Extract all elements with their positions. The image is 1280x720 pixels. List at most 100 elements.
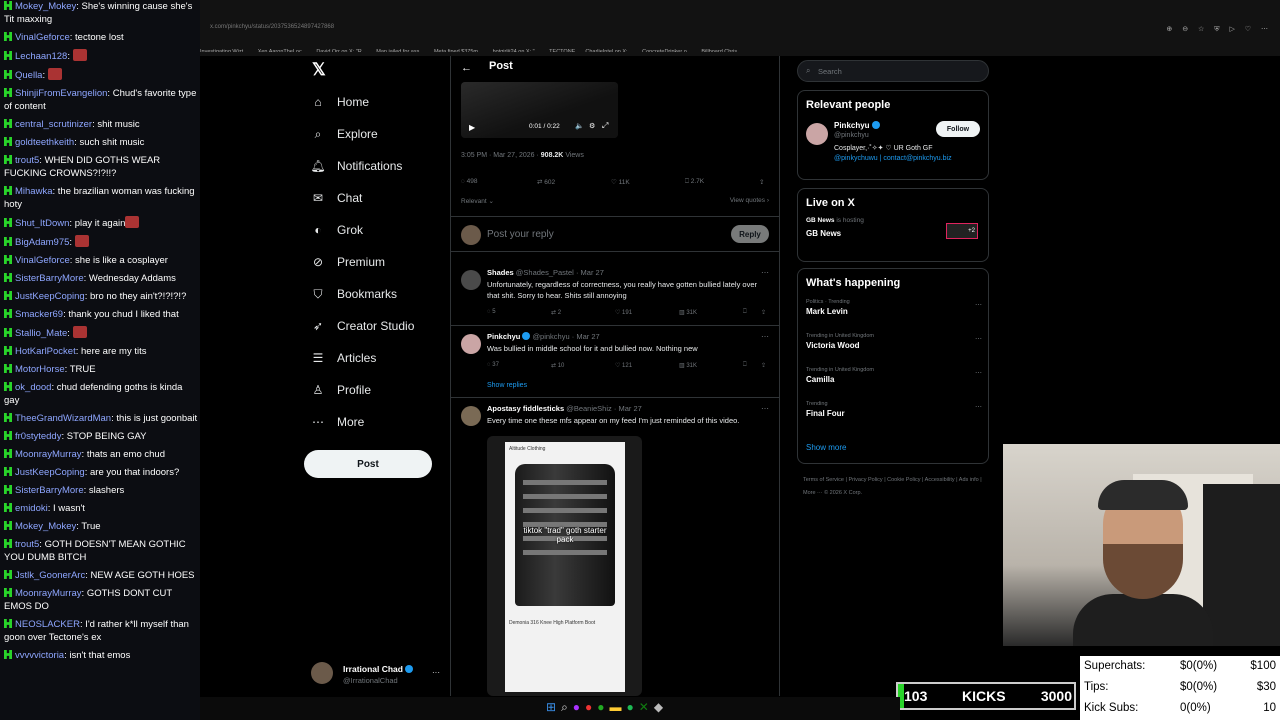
repost-count[interactable]: ⇄ 2 xyxy=(551,309,561,316)
fullscreen-icon[interactable]: ⤢ xyxy=(602,121,608,131)
address-bar[interactable]: x.com/pinkchyu/status/203753652489742786… xyxy=(210,24,334,30)
bookmark-item[interactable]: Xen AaronTheLoc... xyxy=(258,49,307,52)
app-icon[interactable]: ● xyxy=(585,700,597,714)
view-quotes-link[interactable]: View quotes › xyxy=(730,197,769,204)
steam-icon[interactable]: ◆ xyxy=(654,700,668,714)
show-more-link[interactable]: Show more xyxy=(806,443,846,452)
chat-username[interactable]: TheeGrandWizardMan xyxy=(15,413,111,424)
settings-icon[interactable]: ⚙ xyxy=(589,122,595,130)
person-bio-links[interactable]: @pinkychuwu | contact@pinkchyu.biz xyxy=(834,155,952,162)
trend-item[interactable]: Trending Final Four ⋯ xyxy=(806,401,982,418)
chat-username[interactable]: goldteethkeith xyxy=(15,137,74,148)
nav-item-grok[interactable]: ◐ Grok xyxy=(311,220,363,240)
more-icon[interactable]: ⋯ xyxy=(975,335,982,343)
like-count[interactable]: ♡ 121 xyxy=(615,362,632,369)
app-icon[interactable]: ● xyxy=(573,700,585,714)
chat-username[interactable]: Lechaan128 xyxy=(15,51,67,62)
more-icon[interactable]: ⋯ xyxy=(975,403,982,411)
nav-item-chat[interactable]: ✉ Chat xyxy=(311,188,362,208)
chat-username[interactable]: Mokey_Mokey xyxy=(15,521,76,532)
bookmark-item[interactable]: CharlieIntel on X:... xyxy=(585,49,632,52)
browser-icon[interactable]: ● xyxy=(597,700,609,714)
reply-count[interactable]: ◌ 5 xyxy=(487,309,496,315)
more-icon[interactable]: ⋯ xyxy=(975,369,982,377)
spotify-icon[interactable]: ● xyxy=(627,700,639,714)
more-icon[interactable]: ⋯ xyxy=(761,332,769,341)
chat-username[interactable]: HotKarlPocket xyxy=(15,346,76,357)
reply-media-image[interactable]: Altitude Clothing tiktok "trad" goth sta… xyxy=(487,436,642,696)
chat-username[interactable]: ok_dood xyxy=(15,382,51,393)
account-switcher[interactable]: Irrational Chad @IrrationalChad ··· xyxy=(311,662,446,692)
live-avatars[interactable]: +2 xyxy=(946,223,978,239)
bookmark-item[interactable]: Man jailed for ass... xyxy=(376,49,424,52)
reply-tweet[interactable]: Shades @Shades_Pastel · Mar 27 ⋯ Unfortu… xyxy=(451,262,779,326)
trend-item[interactable]: Trending in United Kingdom Victoria Wood ⋯ xyxy=(806,333,982,350)
chat-username[interactable]: fr0styteddy xyxy=(15,431,61,442)
chat-username[interactable]: MotorHorse xyxy=(15,364,65,375)
bookmark-icon[interactable]: ⎕ xyxy=(743,362,747,369)
view-count[interactable]: ▥ 31K xyxy=(679,362,697,369)
chat-username[interactable]: trout5 xyxy=(15,155,39,166)
chat-username[interactable]: Mihawka xyxy=(15,186,53,197)
nav-item-premium[interactable]: ⊘ Premium xyxy=(311,252,385,272)
chat-username[interactable]: Jstlk_GoonerArc xyxy=(15,570,85,581)
nav-item-creator-studio[interactable]: ➶ Creator Studio xyxy=(311,316,414,336)
reply-action[interactable]: ◌ 498 xyxy=(461,178,478,185)
chat-username[interactable]: JustKeepCoping xyxy=(15,291,85,302)
share-icon[interactable]: ⇪ xyxy=(761,362,766,369)
chat-username[interactable]: emidoki xyxy=(15,503,48,514)
post-button[interactable]: Post xyxy=(304,450,432,478)
nav-item-articles[interactable]: ☰ Articles xyxy=(311,348,377,368)
bookmark-item[interactable]: David Orr on X: "R... xyxy=(316,49,366,52)
folder-icon[interactable]: ▬ xyxy=(610,700,627,714)
more-icon[interactable]: ⋯ xyxy=(761,404,769,413)
reply-button[interactable]: Reply xyxy=(731,225,769,243)
nav-item-notifications[interactable]: 🔔︎ Notifications xyxy=(310,156,402,176)
chat-username[interactable]: Smacker69 xyxy=(15,309,63,320)
play-icon[interactable]: ▶ xyxy=(469,123,475,132)
avatar[interactable] xyxy=(806,123,828,145)
chat-username[interactable]: SisterBarryMore xyxy=(15,273,84,284)
bookmark-action[interactable]: ⎕ 2.7K xyxy=(685,178,704,186)
chat-username[interactable]: Shut_ItDown xyxy=(15,218,69,229)
chat-username[interactable]: SisterBarryMore xyxy=(15,485,84,496)
bookmark-item[interactable]: TECTONE xyxy=(549,49,575,52)
share-icon[interactable]: ⇪ xyxy=(761,309,766,316)
show-replies-link[interactable]: Show replies xyxy=(487,382,527,389)
nav-item-more[interactable]: ⋯ More xyxy=(311,412,364,432)
chat-username[interactable]: NEOSLACKER xyxy=(15,619,80,630)
share-icon[interactable]: ⇪ xyxy=(759,178,764,186)
back-arrow-icon[interactable]: ← xyxy=(461,62,472,74)
reply-sort-dropdown[interactable]: Relevant ⌄ xyxy=(461,197,494,205)
follow-button[interactable]: Follow xyxy=(936,121,980,137)
xbox-icon[interactable]: ✕ xyxy=(639,700,654,714)
nav-item-profile[interactable]: ♙ Profile xyxy=(311,380,371,400)
reply-input[interactable]: Post your reply xyxy=(487,229,554,240)
chat-username[interactable]: central_scrutinizer xyxy=(15,119,92,130)
chat-username[interactable]: ShinjiFromEvangelion xyxy=(15,88,107,99)
chat-username[interactable]: BigAdam975 xyxy=(15,237,69,248)
search-input[interactable]: ⌕ Search xyxy=(797,60,989,82)
chat-username[interactable]: Quella xyxy=(15,70,42,81)
trend-item[interactable]: Politics · Trending Mark Levin ⋯ xyxy=(806,299,982,316)
live-space-title[interactable]: GB News xyxy=(806,229,841,238)
more-icon[interactable]: ··· xyxy=(432,668,440,677)
volume-icon[interactable]: 🔈 xyxy=(575,122,584,130)
repost-count[interactable]: ⇄ 10 xyxy=(551,362,564,369)
chat-username[interactable]: vvvvvictoria xyxy=(15,650,64,661)
chat-username[interactable]: trout5 xyxy=(15,539,39,550)
nav-item-bookmarks[interactable]: ⛉ Bookmarks xyxy=(311,284,397,304)
reply-tweet[interactable]: Pinkchyu @pinkchyu · Mar 27 ⋯ Was bullie… xyxy=(451,326,779,398)
reply-count[interactable]: ◌ 37 xyxy=(487,362,499,368)
toolbar-icons[interactable]: ⊕ ⊖ ☆ ⛨ ▷ ♡ ⋯ xyxy=(1166,25,1272,34)
like-action[interactable]: ♡ 11K xyxy=(611,178,630,186)
chat-username[interactable]: Stallio_Mate xyxy=(15,328,67,339)
bookmark-icon[interactable]: ⎕ xyxy=(743,309,747,316)
video-player[interactable]: ▶ 0:01 / 0:22 🔈 ⚙ ⤢ xyxy=(461,82,618,138)
search-icon[interactable]: ⌕ xyxy=(561,700,573,714)
chat-username[interactable]: VinalGeforce xyxy=(15,32,70,43)
bookmark-item[interactable]: Billboard Chris xyxy=(701,49,737,52)
chat-username[interactable]: VinalGeforce xyxy=(15,255,70,266)
repost-action[interactable]: ⇄ 602 xyxy=(537,178,555,186)
nav-item-explore[interactable]: ⌕ Explore xyxy=(311,124,378,144)
